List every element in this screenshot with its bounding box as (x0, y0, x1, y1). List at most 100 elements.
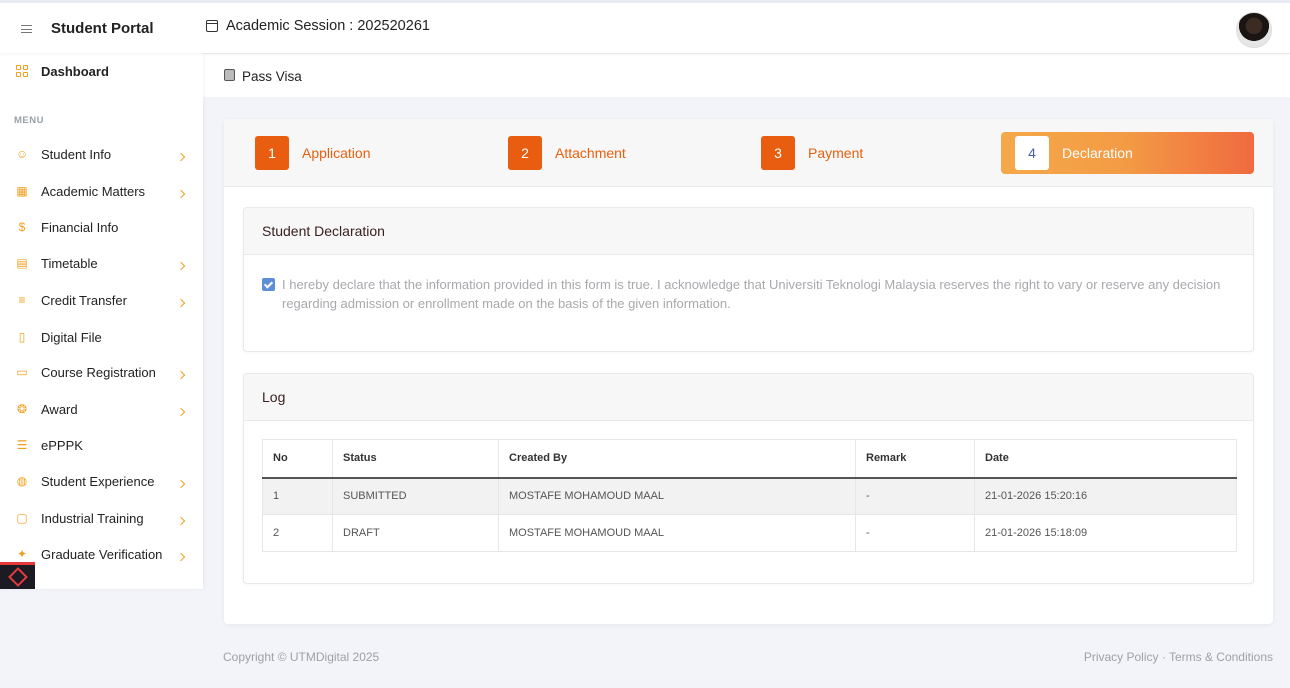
dollar-icon: $ (18, 220, 26, 234)
cell-status: SUBMITTED (332, 477, 499, 515)
file-text-icon: ≡ (18, 293, 26, 307)
sidebar-item-student-experience[interactable]: ◍ Student Experience (0, 467, 203, 495)
sidebar-item-financial-info[interactable]: $ Financial Info (0, 213, 203, 241)
chevron-right-icon (176, 298, 186, 308)
sidebar-item-label: Student Info (41, 146, 112, 162)
column-header-status: Status (332, 439, 499, 479)
cell-no: 1 (262, 477, 333, 515)
log-table: No Status Created By Remark Date 1 SUBMI… (262, 439, 1237, 552)
sidebar-item-student-info[interactable]: ☺ Student Info (0, 140, 203, 168)
step-number: 1 (255, 136, 289, 170)
main-card: 1 Application 2 Attachment 3 Payment 4 D… (224, 119, 1273, 624)
chevron-right-icon (176, 552, 186, 562)
user-icon: ☺ (16, 147, 29, 161)
sidebar-item-course-registration[interactable]: ▭ Course Registration (0, 358, 203, 386)
sidebar-item-label: Award (41, 401, 78, 417)
sidebar-item-timetable[interactable]: ▤ Timetable (0, 249, 203, 277)
globe-icon: ◍ (16, 474, 28, 488)
session-label: Academic Session : 202520261 (226, 18, 430, 34)
cell-no: 2 (262, 514, 333, 552)
sidebar-item-label: Financial Info (41, 219, 119, 235)
step-number: 3 (761, 136, 795, 170)
cell-remark: - (855, 514, 975, 552)
academic-session: Academic Session : 202520261 (206, 18, 430, 34)
sidebar-item-epppk[interactable]: ☰ ePPPK (0, 431, 203, 459)
chevron-right-icon (176, 479, 186, 489)
cell-created-by: MOSTAFE MOHAMOUD MAAL (498, 477, 856, 515)
cell-status: DRAFT (332, 514, 499, 552)
column-header-date: Date (974, 439, 1237, 479)
chevron-right-icon (176, 189, 186, 199)
sidebar-item-label: Graduate Verification (41, 546, 163, 562)
puzzle-icon: ✦ (16, 547, 28, 561)
sidebar-item-industrial-training[interactable]: ▢ Industrial Training (0, 504, 203, 532)
calendar-icon: ▤ (16, 256, 28, 270)
declaration-card-title: Student Declaration (244, 208, 1253, 255)
laravel-icon (7, 567, 28, 587)
file-icon: ▯ (18, 330, 26, 344)
cell-created-by: MOSTAFE MOHAMOUD MAAL (498, 514, 856, 552)
step-number: 2 (508, 136, 542, 170)
chevron-right-icon (176, 152, 186, 162)
sidebar-item-award[interactable]: ❂ Award (0, 395, 203, 423)
award-icon: ❂ (16, 402, 28, 416)
sidebar-item-label: Dashboard (41, 63, 109, 79)
table-header-row: No Status Created By Remark Date (262, 439, 1237, 479)
chevron-right-icon (176, 516, 186, 526)
table-icon: ▦ (16, 184, 28, 198)
footer-copyright: Copyright © UTMDigital 2025 (223, 650, 380, 664)
monitor-icon: ▢ (16, 511, 28, 525)
top-bar: Student Portal Academic Session : 202520… (0, 0, 1290, 53)
step-number: 4 (1015, 136, 1049, 170)
declaration-card: Student Declaration I hereby declare tha… (243, 207, 1254, 352)
chevron-right-icon (176, 370, 186, 380)
column-header-remark: Remark (855, 439, 975, 479)
calendar-icon (206, 20, 218, 32)
chevron-right-icon (176, 261, 186, 271)
clipboard-icon: ▭ (16, 365, 28, 379)
sidebar-item-academic-matters[interactable]: ▦ Academic Matters (0, 177, 203, 205)
column-header-created-by: Created By (498, 439, 856, 479)
dashboard-grid-icon (16, 65, 28, 77)
column-header-no: No (262, 439, 333, 479)
brand-title[interactable]: Student Portal (51, 20, 154, 37)
step-label: Payment (808, 145, 864, 161)
sidebar-item-credit-transfer[interactable]: ≡ Credit Transfer (0, 286, 203, 314)
page-header: Pass Visa (203, 53, 1290, 97)
passport-icon (224, 69, 235, 81)
sidebar-item-label: Timetable (41, 255, 98, 271)
sidebar-item-label: Student Experience (41, 473, 155, 489)
sidebar-item-label: Digital File (41, 329, 102, 345)
sidebar-item-label: Course Registration (41, 364, 156, 380)
footer-links[interactable]: Privacy Policy · Terms & Conditions (1084, 650, 1273, 664)
list-icon: ☰ (16, 438, 28, 452)
sidebar-item-label: Credit Transfer (41, 292, 127, 308)
chevron-right-icon (176, 407, 186, 417)
declaration-checkbox[interactable] (262, 278, 275, 291)
sidebar-item-digital-file[interactable]: ▯ Digital File (0, 323, 203, 351)
debug-bar-badge[interactable] (0, 562, 35, 589)
page-title: Pass Visa (242, 69, 302, 84)
step-label: Declaration (1062, 145, 1133, 161)
sidebar-item-label: Industrial Training (41, 510, 144, 526)
hamburger-menu-icon[interactable] (21, 25, 32, 33)
step-declaration[interactable]: 4 Declaration (1001, 132, 1254, 174)
sidebar-item-label: ePPPK (41, 437, 83, 453)
table-row: 1 SUBMITTED MOSTAFE MOHAMOUD MAAL - 21-0… (262, 477, 1237, 515)
cell-remark: - (855, 477, 975, 515)
user-avatar[interactable] (1236, 12, 1272, 48)
step-payment[interactable]: 3 Payment (761, 132, 863, 174)
step-application[interactable]: 1 Application (255, 132, 371, 174)
table-row: 2 DRAFT MOSTAFE MOHAMOUD MAAL - 21-01-20… (262, 514, 1237, 552)
log-card: Log No Status Created By Remark Date 1 S… (243, 373, 1254, 584)
log-card-title: Log (244, 374, 1253, 421)
cell-date: 21-01-2026 15:18:09 (974, 514, 1237, 552)
stepper: 1 Application 2 Attachment 3 Payment 4 D… (224, 119, 1273, 187)
declaration-text: I hereby declare that the information pr… (282, 277, 1221, 311)
cell-date: 21-01-2026 15:20:16 (974, 477, 1237, 515)
sidebar-item-label: Academic Matters (41, 183, 146, 199)
sidebar: Dashboard MENU ☺ Student Info ▦ Academic Ma… (0, 53, 203, 589)
step-attachment[interactable]: 2 Attachment (508, 132, 626, 174)
step-label: Attachment (555, 145, 626, 161)
sidebar-item-dashboard[interactable]: Dashboard (0, 57, 203, 85)
